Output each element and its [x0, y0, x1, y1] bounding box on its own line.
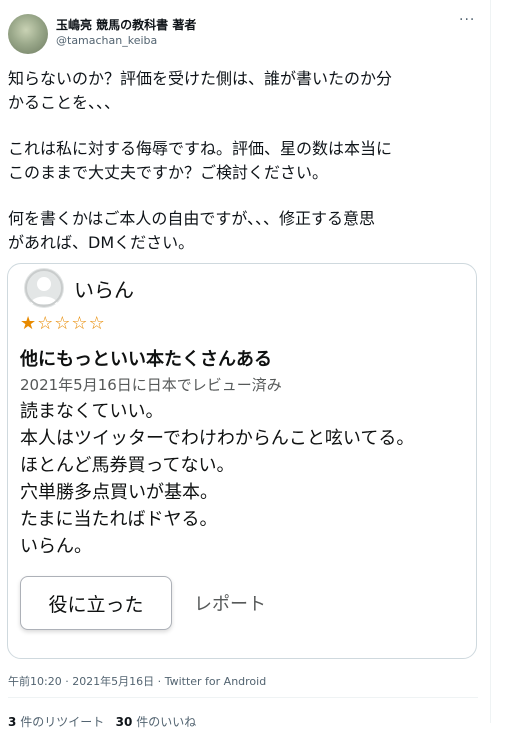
tweet-line: 何を書くかはご本人の自由ですが、、、修正する意思 — [8, 209, 376, 228]
review-line: 穴単勝多点買いが基本。 — [20, 482, 218, 503]
star-rating: ★☆☆☆☆ — [20, 314, 106, 334]
tweet-client[interactable]: Twitter for Android — [165, 675, 267, 688]
review-line: 読まなくていい。 — [20, 401, 164, 422]
likes-stat[interactable]: 30 件のいいね — [116, 715, 197, 729]
tweet-meta: 午前10:20 · 2021年5月16日 · Twitter for Andro… — [8, 675, 267, 688]
tweet-line: これは私に対する侮辱ですね。評価、星の数は本当に — [8, 139, 393, 158]
star-empty-icon: ☆ — [88, 313, 106, 334]
star-empty-icon: ☆ — [54, 313, 72, 334]
review-line: たまに当たればドヤる。 — [20, 509, 218, 530]
likes-label: 件のいいね — [136, 715, 197, 729]
tweet-line: 知らないのか？評価を受けた側は、誰が書いたのか分 — [8, 69, 393, 88]
tweet: 玉嶋亮 競馬の教科書 著者 @tamachan_keiba ··· 知らないのか… — [0, 0, 491, 729]
review-title: 他にもっといい本たくさんある — [20, 349, 272, 370]
review-date: 2021年5月16日に日本でレビュー済み — [20, 376, 282, 394]
tweet-line: かることを、、、 — [8, 93, 121, 112]
tweet-text: 知らないのか？評価を受けた側は、誰が書いたのか分 かることを、、、 これは私に対… — [8, 67, 486, 255]
author-display-name[interactable]: 玉嶋亮 競馬の教科書 著者 — [56, 16, 196, 33]
tweet-paragraph: これは私に対する侮辱ですね。評価、星の数は本当に このままで大丈夫ですか？ご検討… — [8, 137, 486, 185]
likes-count: 30 — [115, 715, 133, 729]
author-handle[interactable]: @tamachan_keiba — [56, 34, 157, 47]
reviewer-avatar-icon — [24, 268, 64, 308]
review-image-card[interactable]: いらん ★☆☆☆☆ 他にもっといい本たくさんある 2021年5月16日に日本でレ… — [7, 263, 477, 659]
tweet-line: があれば、DMください。 — [8, 233, 195, 252]
retweets-stat[interactable]: 3 件のリツイート — [8, 715, 104, 729]
star-empty-icon: ☆ — [37, 313, 55, 334]
tweet-line: このままで大丈夫ですか？ご検討ください。 — [8, 163, 329, 182]
review-line: いらん。 — [20, 536, 92, 557]
review-line: 本人はツイッターでわけわからんこと呟いてる。 — [20, 428, 415, 449]
tweet-paragraph: 知らないのか？評価を受けた側は、誰が書いたのか分 かることを、、、 — [8, 67, 486, 115]
report-link[interactable]: レポート — [194, 590, 266, 616]
tweet-stats: 3 件のリツイート 30 件のいいね — [8, 713, 196, 730]
more-icon[interactable]: ··· — [459, 12, 475, 28]
tweet-paragraph: 何を書くかはご本人の自由ですが、、、修正する意思 があれば、DMください。 — [8, 207, 486, 255]
tweet-timestamp[interactable]: 午前10:20 · 2021年5月16日 — [8, 675, 154, 688]
author-avatar[interactable] — [8, 14, 48, 54]
star-filled-icon: ★ — [20, 313, 38, 334]
star-empty-icon: ☆ — [71, 313, 89, 334]
retweets-count: 3 — [8, 715, 17, 729]
review-line: ほとんど馬券買ってない。 — [20, 455, 235, 476]
divider — [8, 697, 478, 698]
helpful-button[interactable]: 役に立った — [20, 576, 172, 630]
retweets-label: 件のリツイート — [20, 715, 105, 729]
reviewer-name: いらん — [74, 278, 134, 302]
review-body: 読まなくていい。 本人はツイッターでわけわからんこと呟いてる。 ほとんど馬券買っ… — [20, 398, 414, 560]
